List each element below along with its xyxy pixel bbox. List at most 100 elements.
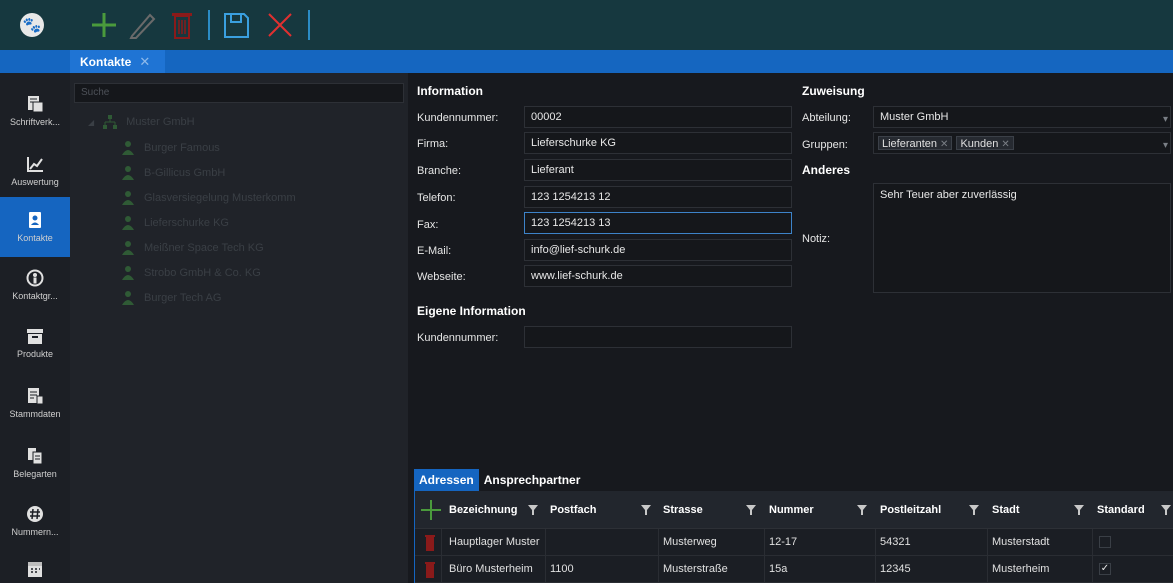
telefon-input[interactable]: 123 1254213 12 bbox=[524, 186, 792, 208]
person-icon bbox=[122, 141, 134, 155]
toolbar-separator bbox=[308, 10, 310, 40]
filter-icon[interactable] bbox=[857, 505, 867, 515]
cell-postfach: 1100 bbox=[550, 563, 574, 575]
notiz-textarea[interactable]: Sehr Teuer aber zuverlässig bbox=[873, 183, 1171, 293]
filter-icon[interactable] bbox=[528, 505, 538, 515]
delete-row-button[interactable] bbox=[425, 535, 435, 554]
section-title-anderes: Anderes bbox=[802, 163, 851, 177]
cell-stadt: Musterheim bbox=[992, 563, 1050, 575]
contact-group-icon bbox=[26, 269, 44, 287]
section-title-information: Information bbox=[417, 84, 483, 98]
cell-stadt: Musterstadt bbox=[992, 536, 1050, 548]
webseite-input[interactable]: www.lief-schurk.de bbox=[524, 265, 792, 287]
own-kundennummer-input[interactable] bbox=[524, 326, 792, 348]
table-row[interactable]: Büro Musterheim 1100 Musterstraße 15a 12… bbox=[415, 556, 1173, 583]
toolbar-separator bbox=[208, 10, 210, 40]
cell-nummer: 15a bbox=[769, 563, 788, 575]
close-icon[interactable]: ✕ bbox=[139, 54, 150, 70]
tree-item[interactable]: B-Gillicus GmbH bbox=[120, 162, 225, 184]
column-header-bezeichnung[interactable]: Bezeichnung bbox=[445, 491, 527, 529]
column-header-stadt[interactable]: Stadt bbox=[988, 491, 1073, 529]
fax-input[interactable]: 123 1254213 13 bbox=[524, 212, 792, 234]
number-icon bbox=[27, 506, 43, 522]
contacts-icon bbox=[29, 212, 41, 228]
tree-item[interactable]: Lieferschurke KG bbox=[120, 212, 229, 234]
nav-item-stammdaten[interactable]: Stammdaten bbox=[0, 373, 70, 433]
column-header-strasse[interactable]: Strasse bbox=[659, 491, 747, 529]
add-icon bbox=[92, 13, 116, 37]
app-logo[interactable]: 🐾 bbox=[8, 8, 56, 42]
kundennummer-input[interactable]: 00002 bbox=[524, 106, 792, 128]
documents-icon bbox=[28, 448, 43, 465]
table-row[interactable]: Hauptlager Muster Musterweg 12-17 54321 … bbox=[415, 529, 1173, 556]
tree-root[interactable]: ◢ Muster GmbH bbox=[88, 111, 195, 133]
column-header-standard[interactable]: Standard bbox=[1093, 491, 1161, 529]
group-chip[interactable]: Kunden ✕ bbox=[956, 136, 1014, 150]
delete-row-button[interactable] bbox=[425, 562, 435, 581]
label-webseite: Webseite: bbox=[417, 271, 466, 283]
delete-icon bbox=[425, 562, 435, 578]
tree-item[interactable]: Burger Tech AG bbox=[120, 287, 221, 309]
cell-strasse: Musterstraße bbox=[663, 563, 728, 575]
label-telefon: Telefon: bbox=[417, 192, 456, 204]
document-tabstrip: Kontakte ✕ bbox=[0, 50, 1173, 73]
filter-icon[interactable] bbox=[641, 505, 651, 515]
cell-bezeichnung: Hauptlager Muster bbox=[449, 536, 540, 548]
standard-checkbox[interactable] bbox=[1099, 536, 1111, 548]
filter-icon[interactable] bbox=[969, 505, 979, 515]
tab-kontakte[interactable]: Kontakte ✕ bbox=[70, 50, 165, 73]
delete-button[interactable] bbox=[164, 9, 200, 41]
firma-input[interactable]: Lieferschurke KG bbox=[524, 132, 792, 154]
edit-button[interactable] bbox=[124, 9, 160, 41]
close-icon[interactable]: ✕ bbox=[940, 139, 948, 150]
person-icon bbox=[122, 241, 134, 255]
tree-item[interactable]: Glasversiegelung Musterkomm bbox=[120, 187, 296, 209]
standard-checkbox[interactable]: ✓ bbox=[1099, 563, 1111, 575]
add-icon bbox=[421, 500, 441, 520]
nav-item-calendar[interactable] bbox=[0, 541, 70, 583]
section-title-zuweisung: Zuweisung bbox=[802, 84, 865, 98]
nav-item-kontaktgruppen[interactable]: Kontaktgr... bbox=[0, 255, 70, 315]
nav-item-schriftverkehr[interactable]: Schriftverk... bbox=[0, 81, 70, 141]
nav-item-kontakte[interactable]: Kontakte bbox=[0, 197, 70, 257]
column-header-postfach[interactable]: Postfach bbox=[546, 491, 641, 529]
add-button[interactable] bbox=[86, 9, 122, 41]
label-own-kundennummer: Kundennummer: bbox=[417, 332, 499, 344]
gruppen-multiselect[interactable]: Lieferanten ✕ Kunden ✕ ▾ bbox=[873, 132, 1171, 154]
column-header-postleitzahl[interactable]: Postleitzahl bbox=[876, 491, 968, 529]
tab-ansprechpartner[interactable]: Ansprechpartner bbox=[479, 469, 586, 491]
cell-bezeichnung: Büro Musterheim bbox=[449, 563, 533, 575]
expand-arrow-icon[interactable]: ◢ bbox=[88, 118, 94, 127]
close-icon[interactable]: ✕ bbox=[1001, 139, 1009, 150]
delete-icon bbox=[172, 13, 192, 39]
tab-adressen[interactable]: Adressen bbox=[414, 469, 479, 491]
filter-icon[interactable] bbox=[1161, 505, 1171, 515]
person-icon bbox=[122, 266, 134, 280]
nav-item-belegarten[interactable]: Belegarten bbox=[0, 433, 70, 493]
save-button[interactable] bbox=[218, 9, 254, 41]
nav-item-produkte[interactable]: Produkte bbox=[0, 313, 70, 373]
email-input[interactable]: info@lief-schurk.de bbox=[524, 239, 792, 261]
group-chip[interactable]: Lieferanten ✕ bbox=[878, 136, 953, 150]
organization-icon bbox=[103, 115, 118, 129]
paw-icon: 🐾 bbox=[20, 13, 44, 37]
abteilung-select[interactable]: Muster GmbH ▾ bbox=[873, 106, 1171, 128]
app-window: 🐾 Kontakte ✕ Schriftverk... Auswertung K… bbox=[0, 0, 1173, 583]
label-gruppen: Gruppen: bbox=[802, 139, 848, 151]
tree-item[interactable]: Meißner Space Tech KG bbox=[120, 237, 264, 259]
filter-icon[interactable] bbox=[746, 505, 756, 515]
branche-input[interactable]: Lieferant bbox=[524, 159, 792, 181]
column-header-nummer[interactable]: Nummer bbox=[765, 491, 855, 529]
filter-icon[interactable] bbox=[1074, 505, 1084, 515]
cell-postleitzahl: 12345 bbox=[880, 563, 911, 575]
chevron-down-icon[interactable]: ▾ bbox=[1163, 136, 1168, 153]
nav-item-auswertung[interactable]: Auswertung bbox=[0, 141, 70, 201]
person-icon bbox=[122, 291, 134, 305]
save-icon bbox=[224, 13, 249, 38]
tree-item[interactable]: Burger Famous bbox=[120, 137, 220, 159]
add-row-button[interactable] bbox=[421, 500, 441, 523]
search-input[interactable]: Suche bbox=[74, 83, 404, 103]
chevron-down-icon[interactable]: ▾ bbox=[1163, 110, 1168, 127]
cancel-button[interactable] bbox=[262, 9, 298, 41]
tree-item[interactable]: Strobo GmbH & Co. KG bbox=[120, 262, 261, 284]
